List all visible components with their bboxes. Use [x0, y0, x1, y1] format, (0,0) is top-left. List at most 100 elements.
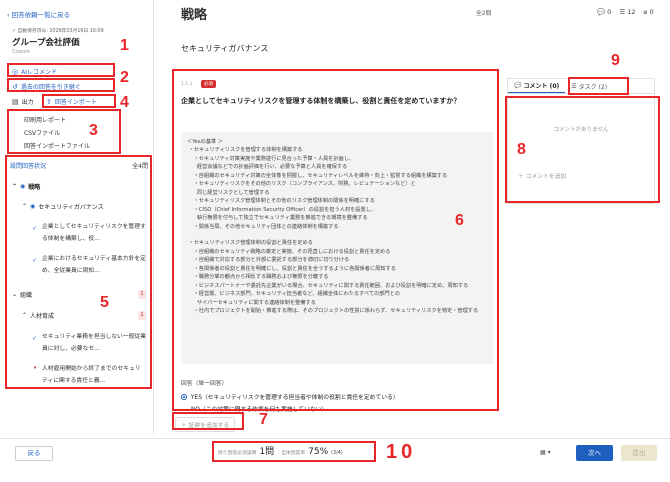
tasks-counter[interactable]: ☰ 12 [619, 8, 635, 16]
tab-tasks[interactable]: ☰ タスク (2) [565, 79, 613, 93]
answer-import-label: 回答インポート [54, 99, 97, 106]
tree-question-4[interactable]: 人材雇用開始から終了までのセキュリティに関する責任と義... [42, 364, 146, 387]
annotation-number-4: 4 [120, 94, 129, 111]
answer-status-label: 設問回答状況 [10, 163, 47, 170]
rate-detail: (3/4) [331, 451, 343, 456]
rate-label: 全体回答率 [281, 451, 306, 456]
question-number: 1.1.1 [181, 82, 193, 87]
answer-import-button[interactable]: ⇪ 回答インポート [46, 97, 97, 107]
rate-value: 75% [308, 447, 329, 457]
document-icon: ▤ [12, 97, 19, 106]
remaining-label: 残り回答必須設問 [218, 451, 257, 456]
chevron-up-icon: ⌃ [12, 183, 18, 190]
tasks-count: 12 [627, 8, 636, 16]
ai-recommend-label: AIレコメンド [21, 69, 57, 76]
answer-status-count: 全4問 [132, 163, 148, 170]
annotation-number-3: 3 [89, 122, 98, 139]
check-icon: ✓ [32, 257, 38, 264]
tree-item-security-governance[interactable]: ⌃ ◉ セキュリティガバナンス [22, 202, 104, 211]
comments-counter[interactable]: 💬 0 [597, 8, 611, 16]
check-icon: ✓ [32, 335, 38, 342]
back-button[interactable]: 戻る [15, 446, 53, 461]
ai-icon: ◎ [12, 67, 19, 76]
chevron-up-icon: ⌃ [22, 203, 28, 210]
submit-button[interactable]: 提出 [621, 445, 657, 461]
plus-icon: ＋ [181, 423, 189, 429]
autosave-status: ✓ 自動保存済み: 2026年03月16日 16:09 [12, 27, 104, 34]
upload-icon: ⇪ [46, 97, 52, 106]
add-evidence-label: 証跡を追加する [188, 423, 230, 429]
tree-label-hr: 人材育成 [30, 313, 55, 320]
chevron-down-icon: ⌄ [12, 291, 18, 298]
ai-recommend-button[interactable]: ◎ AIレコメンド [12, 67, 57, 77]
tree-label-organization: 組織 [20, 292, 33, 299]
output-button[interactable]: ▤ 出力 [12, 97, 34, 107]
radio-selected-icon[interactable] [181, 393, 187, 400]
check-circle-icon: ◉ [20, 183, 26, 190]
comment-icon: 💬 [514, 82, 522, 89]
panel-tabs: 💬 コメント (0) ☰ タスク (2) [508, 79, 654, 94]
add-comment-label: コメントを追加 [525, 174, 567, 180]
menu-item-print-report[interactable]: 印刷用レポート [24, 114, 90, 127]
task-list-icon: ☰ [571, 82, 577, 90]
attachments-counter[interactable]: ⌀ 0 [644, 8, 654, 16]
empty-comments-message: コメントがありません [553, 127, 609, 133]
annotation-number-5: 5 [100, 294, 109, 311]
comment-task-panel: 💬 コメント (0) ☰ タスク (2) コメントがありません ＋ コメントを追… [507, 78, 655, 204]
tree-question-1[interactable]: 企業としてセキュリティリスクを管理する体制を構築し、役... [42, 222, 146, 245]
question-title: 企業としてセキュリティリスクを管理する体制を構築し、役割と責任を定めていますか？ [181, 97, 461, 105]
history-icon: ↺ [12, 82, 18, 91]
total-questions: 全2問 [476, 11, 492, 17]
annotation-number-2: 2 [120, 69, 129, 86]
annotation-number-6: 6 [455, 212, 464, 229]
option-yes-label: YES（セキュリティリスクを管理する担当者や体制の役割と責任を定めている） [191, 395, 399, 401]
remaining-value: 1問 [259, 447, 275, 457]
tree-label-strategy: 戦略 [28, 184, 41, 191]
tree-question-2[interactable]: 企業におけるセキュリティ基本方針を定め、全従業員に周知... [42, 254, 146, 277]
question-criteria: ＜Yesの基準 ＞ ・セキュリティリスクを管理する体制を構築する ・セキュリティ… [181, 132, 493, 364]
plus-icon: ＋ [518, 174, 526, 180]
tree-label-security-governance: セキュリティガバナンス [38, 204, 104, 211]
section-title: セキュリティガバナンス [181, 44, 269, 53]
tab-tasks-label: タスク (2) [578, 83, 608, 91]
company-name: Cowork [12, 50, 30, 55]
tab-comments-label: コメント (0) [523, 83, 560, 90]
tree-question-3[interactable]: セキュリティ業務を担当しない一般従業員に対し、必要なセ... [42, 332, 146, 355]
carry-over-label: 過去の回答を引き継ぐ [20, 84, 81, 91]
comments-count: 0 [607, 8, 612, 16]
answer-status-header: 設問回答状況 全4問 [10, 161, 148, 170]
add-evidence-button[interactable]: ＋ 証跡を追加する [175, 417, 236, 432]
menu-item-csv[interactable]: CSVファイル [24, 127, 90, 140]
required-dot-icon: • [33, 364, 38, 372]
check-circle-icon: ◉ [30, 203, 36, 210]
tree-item-hr[interactable]: ⌃ 人材育成 [22, 311, 54, 320]
tab-comments[interactable]: 💬 コメント (0) [508, 79, 566, 93]
carry-over-answers-button[interactable]: ↺ 過去の回答を引き継ぐ [12, 82, 81, 92]
annotation-number-9: 9 [611, 52, 620, 69]
required-badge: 必須 [201, 80, 216, 88]
annotation-number-7: 7 [259, 411, 268, 428]
comment-icon: 💬 [597, 8, 608, 16]
unanswered-badge: 1 [138, 290, 146, 299]
app-root: ‹ 回答依頼一覧に戻る ✓ 自動保存済み: 2026年03月16日 16:09 … [0, 0, 670, 482]
output-menu: 印刷用レポート CSVファイル 回答インポートファイル [24, 114, 90, 153]
tree-item-strategy[interactable]: ⌃ ◉ 戦略 [12, 182, 40, 191]
attachments-count: 0 [649, 8, 654, 16]
annotation-number-10: 10 [386, 441, 417, 463]
next-button[interactable]: 次へ [576, 445, 613, 461]
annotation-number-8: 8 [517, 141, 526, 158]
annotation-number-1: 1 [120, 37, 129, 54]
menu-item-import-file[interactable]: 回答インポートファイル [24, 140, 90, 153]
autosave-text: 自動保存済み: 2026年03月16日 16:09 [17, 29, 104, 34]
back-to-list-link[interactable]: ‹ 回答依頼一覧に戻る [7, 9, 70, 19]
back-to-list-label: 回答依頼一覧に戻る [11, 11, 71, 19]
answer-option-yes[interactable]: YES（セキュリティリスクを管理する担当者や体制の役割と責任を定めている） [181, 392, 399, 401]
add-comment-button[interactable]: ＋ コメントを追加 [518, 171, 566, 180]
tree-item-organization[interactable]: ⌄ 組織 [12, 290, 32, 299]
sidebar: ‹ 回答依頼一覧に戻る ✓ 自動保存済み: 2026年03月16日 16:09 … [0, 0, 154, 434]
view-toggle[interactable]: ▦ ▾ [540, 449, 551, 456]
progress-summary: 残り回答必須設問 1問 全体回答率 75% (3/4) [218, 444, 343, 457]
chevron-up-icon: ⌃ [22, 312, 28, 319]
layout-icon: ▦ ▾ [540, 449, 551, 456]
unanswered-badge: 1 [138, 311, 146, 320]
